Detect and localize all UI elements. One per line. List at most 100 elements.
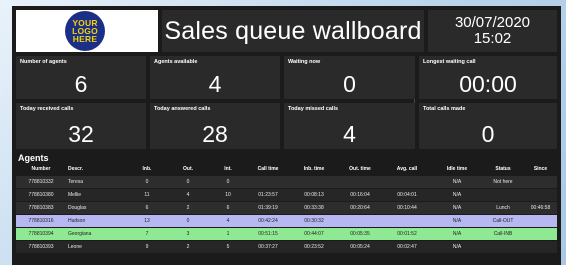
table-cell: 00:44:07 xyxy=(290,226,338,240)
table-cell: 778810316 xyxy=(16,213,66,227)
table-cell: 5 xyxy=(210,239,246,253)
kpi-value: 0 xyxy=(343,71,356,97)
kpi-value: 6 xyxy=(74,71,88,97)
column-header[interactable]: Inb. time xyxy=(290,164,338,175)
table-cell: N/A xyxy=(432,226,482,240)
table-cell: 778810380 xyxy=(16,187,66,201)
table-cell xyxy=(290,174,338,188)
kpi-agents-available: Agents available 4 xyxy=(150,56,280,99)
table-cell xyxy=(524,213,557,227)
table-cell: 0 xyxy=(166,174,210,188)
column-header[interactable]: Descr. xyxy=(66,164,128,175)
table-row[interactable]: 778810393 Leone 9 2 5 00:37:27 00:23:52 00:05:2… xyxy=(16,239,557,253)
wallboard: YOUR LOGO HERE Sales queue wallboard 30/… xyxy=(12,6,561,265)
table-cell xyxy=(524,226,557,240)
table-cell: Douglas xyxy=(66,200,128,214)
kpi-value: 28 xyxy=(202,121,228,147)
column-header[interactable]: Inb. xyxy=(128,164,166,175)
logo-panel: YOUR LOGO HERE xyxy=(16,10,158,52)
table-cell: 13 xyxy=(128,213,166,227)
table-cell: 00:30:32 xyxy=(290,213,338,227)
column-header[interactable]: Call time xyxy=(246,164,290,175)
column-header[interactable]: Idle time xyxy=(432,164,482,175)
table-cell: 00:08:13 xyxy=(290,187,338,201)
table-cell: 6 xyxy=(128,200,166,214)
table-cell: Lunch xyxy=(482,200,524,214)
current-time: 15:02 xyxy=(473,30,512,47)
table-cell: 00:02:47 xyxy=(382,239,432,253)
table-cell: 00:37:27 xyxy=(246,239,290,253)
table-row[interactable]: 778810383 Douglas 6 2 6 01:39:19 00:33:38 00:20… xyxy=(16,200,557,214)
table-cell: Call-OUT xyxy=(482,213,524,227)
column-header[interactable]: Avg. call xyxy=(382,164,432,175)
page-title: Sales queue wallboard xyxy=(162,10,424,52)
table-cell: 00:46:58 xyxy=(524,200,557,214)
date-time-tile: 30/07/2020 15:02 xyxy=(428,10,557,52)
table-cell: N/A xyxy=(432,213,482,227)
column-header[interactable]: Int. xyxy=(210,164,246,175)
table-cell xyxy=(524,174,557,188)
table-cell: 7 xyxy=(128,226,166,240)
kpi-today-answered-calls: Today answered calls 28 xyxy=(150,103,280,149)
table-row[interactable]: 778810394 Georgiana 7 3 1 00:51:15 00:44:07 00:… xyxy=(16,226,557,240)
table-cell: N/A xyxy=(432,187,482,201)
table-cell: 4 xyxy=(166,187,210,201)
table-cell: 778810394 xyxy=(16,226,66,240)
table-cell: 00:10:44 xyxy=(382,200,432,214)
table-cell: 0 xyxy=(166,213,210,227)
table-cell: 00:42:24 xyxy=(246,213,290,227)
column-header[interactable]: Since xyxy=(524,164,557,175)
table-cell: 4 xyxy=(210,213,246,227)
table-cell: 2 xyxy=(166,200,210,214)
table-cell xyxy=(382,213,432,227)
kpi-label: Total calls made xyxy=(423,106,466,112)
kpi-label: Longest waiting call xyxy=(423,59,476,65)
column-header[interactable]: Number xyxy=(16,164,66,175)
table-cell: Call-INB xyxy=(482,226,524,240)
logo-line-3: HERE xyxy=(72,34,98,44)
table-cell: Georgiana xyxy=(66,226,128,240)
column-header[interactable]: Out. time xyxy=(338,164,382,175)
agents-table-header: Number Descr. Inb. Out. Int. Call time I… xyxy=(16,164,557,175)
kpi-label: Today received calls xyxy=(20,106,74,112)
kpi-longest-waiting-call: Longest waiting call 00:00 xyxy=(419,56,557,99)
kpi-label: Number of agents xyxy=(20,59,67,65)
table-row[interactable]: 778810316 Hudson 13 0 4 00:42:24 00:30:32 N/A Ca… xyxy=(16,213,557,227)
table-cell: 01:39:19 xyxy=(246,200,290,214)
table-cell: 2 xyxy=(166,239,210,253)
kpi-today-received-calls: Today received calls 32 xyxy=(16,103,146,149)
table-cell: N/A xyxy=(432,174,482,188)
table-cell: 778810393 xyxy=(16,239,66,253)
column-header[interactable]: Out. xyxy=(166,164,210,175)
table-cell: 00:01:52 xyxy=(382,226,432,240)
table-cell: 00:33:38 xyxy=(290,200,338,214)
kpi-label: Today answered calls xyxy=(154,106,211,112)
table-cell: 00:16:04 xyxy=(338,187,382,201)
table-cell xyxy=(524,239,557,253)
current-date: 30/07/2020 xyxy=(454,14,531,31)
table-cell: 01:23:57 xyxy=(246,187,290,201)
table-cell: Not here xyxy=(482,174,524,188)
table-row[interactable]: 778810380 Mellie 11 4 10 01:23:57 00:08:13 00:1… xyxy=(16,187,557,201)
agents-table: Number Descr. Inb. Out. Int. Call time I… xyxy=(16,164,557,253)
table-cell: Leone xyxy=(66,239,128,253)
table-cell: Hudson xyxy=(66,213,128,227)
kpi-label: Agents available xyxy=(154,59,198,65)
table-cell: N/A xyxy=(432,239,482,253)
table-cell xyxy=(246,174,290,188)
kpi-today-missed-calls: Today missed calls 4 xyxy=(284,103,415,149)
table-cell xyxy=(338,174,382,188)
kpi-label: Waiting now xyxy=(288,59,321,65)
table-cell: 1 xyxy=(210,226,246,240)
table-cell: 6 xyxy=(210,200,246,214)
kpi-value: 4 xyxy=(208,71,222,97)
table-cell: 00:23:52 xyxy=(290,239,338,253)
kpi-waiting-now: Waiting now 0 xyxy=(284,56,415,99)
table-cell xyxy=(382,174,432,188)
table-cell: 00:04:01 xyxy=(382,187,432,201)
agents-section-title: Agents xyxy=(18,153,49,163)
table-cell xyxy=(482,187,524,201)
table-row[interactable]: 778810332 Teresa 0 0 0 N/A Not here xyxy=(16,174,557,188)
table-cell: N/A xyxy=(432,200,482,214)
column-header[interactable]: Status xyxy=(482,164,524,175)
